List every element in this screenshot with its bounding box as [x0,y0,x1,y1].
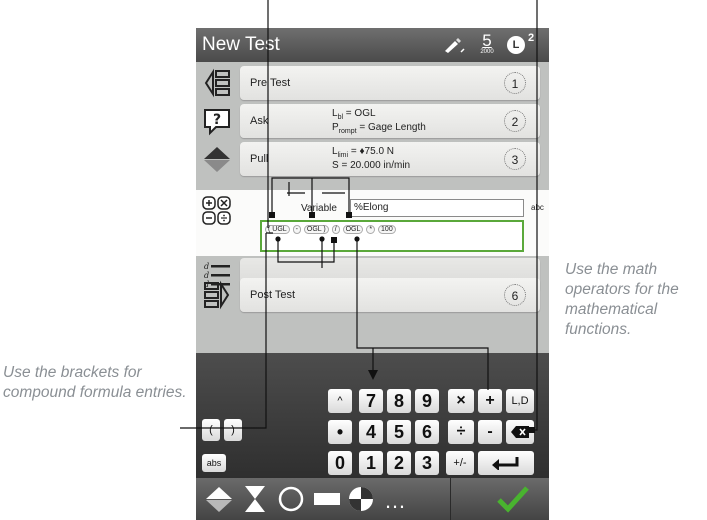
divide-key[interactable]: ÷ [448,420,474,444]
math-operators-icon [202,196,231,225]
variable-label: Variable [301,203,337,214]
bottom-toolbar: … [196,478,549,520]
step-card[interactable]: Pre Test 1 [240,66,540,100]
load-superscript: 2 [528,32,535,44]
step-label: Pull [250,153,269,165]
formula-token[interactable]: - [292,225,301,234]
load-icon[interactable]: L [507,36,525,54]
enter-icon [492,457,519,471]
step-post-test[interactable]: Post Test 6 [196,276,549,314]
step-param-2: Prompt = Gage Length [332,122,426,135]
key-7[interactable]: 7 [359,389,383,413]
pull-icon [204,147,230,172]
key-2[interactable]: 2 [387,451,411,475]
title-bar: New Test 5 2000 L 2 [196,28,549,62]
key-4[interactable]: 4 [359,420,383,444]
key-3[interactable]: 3 [415,451,439,475]
key-8[interactable]: 8 [387,389,411,413]
abs-key[interactable]: abs [202,454,226,472]
key-5[interactable]: 5 [387,420,411,444]
formula-tokens: ( UGL - OGL ) / OGL * 100 [265,225,397,234]
hold-icon[interactable] [312,484,342,514]
variable-name-input[interactable]: %Elong [350,199,524,217]
input-mode-abc[interactable]: abc [531,203,544,212]
formula-token[interactable]: * [366,225,376,234]
sample-counter[interactable]: 5 2000 [476,32,498,58]
calculation-icon[interactable] [346,484,376,514]
device-screen: New Test 5 2000 L 2 Pre Test 1 ? Ask Lbl… [196,28,549,520]
formula-token[interactable]: OGL ) [303,225,329,234]
plus-key[interactable]: + [478,389,502,413]
step-ask[interactable]: ? Ask Lbl = OGL Prompt = Gage Length 2 [196,102,549,140]
bracket-open-key[interactable]: ( [202,419,220,441]
key-1[interactable]: 1 [359,451,383,475]
step-label: Post Test [250,289,296,301]
key-6[interactable]: 6 [415,420,439,444]
cycle-icon[interactable] [276,484,306,514]
enter-key[interactable] [478,451,534,475]
formula-input[interactable]: ( UGL - OGL ) / OGL * 100 [260,220,524,252]
backspace-icon [511,426,529,438]
step-number: 6 [504,284,526,306]
multiply-key[interactable]: × [448,389,474,413]
formula-token[interactable]: 100 [378,225,396,234]
sample-number: 5 [482,31,492,50]
step-pull[interactable]: Pull Llimi = ♦75.0 N S = 20.000 in/min 3 [196,140,549,178]
more-icon[interactable]: … [384,490,406,512]
checkmark-icon[interactable] [496,484,530,514]
step-pre-test[interactable]: Pre Test 1 [196,64,549,102]
plus-minus-key[interactable]: +/- [446,451,474,475]
power-key[interactable]: ^ [328,389,352,413]
step-number: 2 [504,110,526,132]
hourglass-icon[interactable] [240,484,270,514]
step-card[interactable]: Post Test 6 [240,278,540,312]
formula-token[interactable]: ( UGL [265,225,290,234]
decimal-key[interactable]: • [328,420,352,444]
step-param-2: S = 20.000 in/min [332,160,411,171]
minus-key[interactable]: - [478,420,502,444]
page-title: New Test [202,34,280,55]
sample-sub: 2000 [480,49,494,55]
key-9[interactable]: 9 [415,389,439,413]
brackets-annotation: Use the brackets for compound formula en… [3,364,187,401]
key-0[interactable]: 0 [328,451,352,475]
step-card[interactable]: Ask Lbl = OGL Prompt = Gage Length 2 [240,104,540,138]
question-icon: ? [204,109,230,136]
bracket-close-key[interactable]: ) [224,419,242,441]
svg-text:?: ? [213,112,221,128]
step-number: 1 [504,72,526,94]
variable-panel[interactable]: Variable %Elong abc ( UGL - OGL ) / OGL … [196,190,549,256]
backspace-key[interactable] [506,420,534,444]
separator [450,478,451,520]
step-label: Ask [250,115,269,127]
formula-keypad: ( ) abs ^ 7 8 9 × + L,D • 4 5 6 ÷ - 0 1 … [196,353,549,478]
step-number: 3 [504,148,526,170]
ld-key[interactable]: L,D [506,389,534,413]
pre-test-icon [204,68,230,98]
svg-text:d: d [204,262,209,271]
formula-token[interactable]: / [331,225,340,234]
formula-token[interactable]: OGL [342,225,364,234]
post-test-icon [204,280,230,310]
step-label: Pre Test [250,77,291,89]
pull-step-icon[interactable] [204,484,234,514]
step-card[interactable]: Pull Llimi = ♦75.0 N S = 20.000 in/min 3 [240,142,540,176]
pencil-icon[interactable] [442,36,466,54]
math-operators-annotation: Use the math operators for the mathemati… [565,261,679,338]
